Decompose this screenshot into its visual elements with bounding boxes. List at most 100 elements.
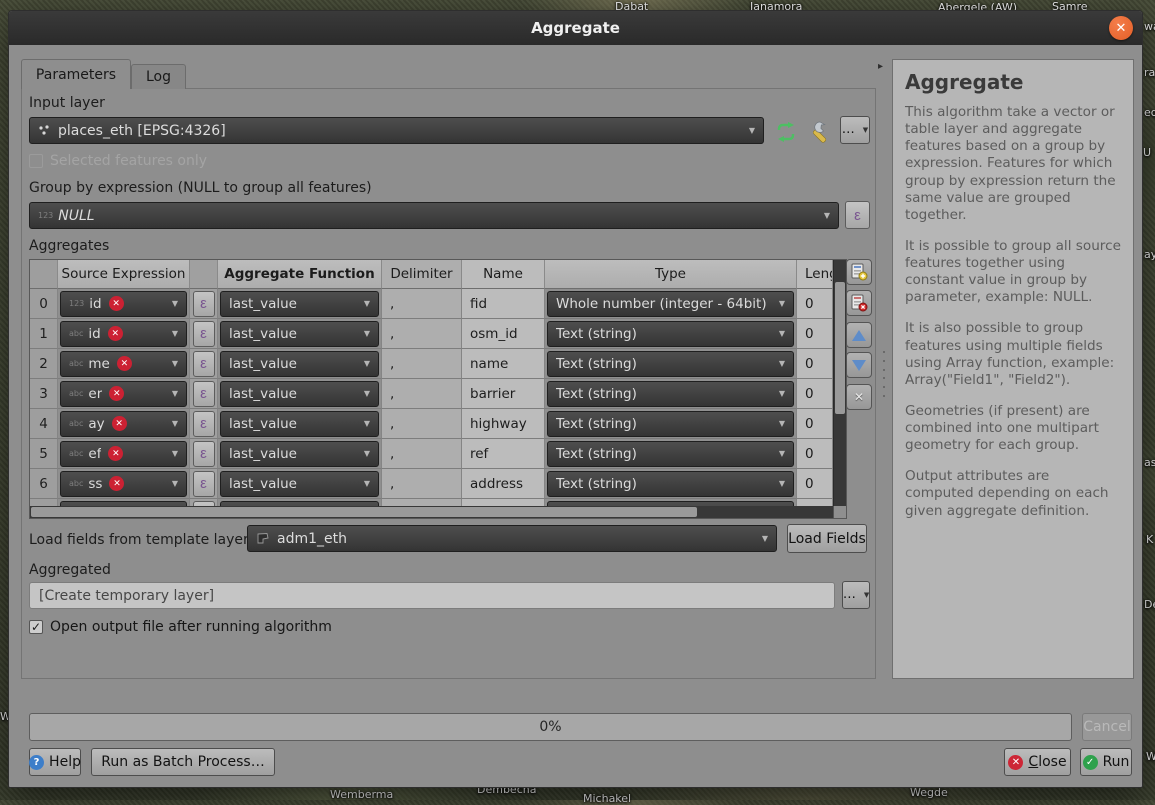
name-cell[interactable]: osm_id xyxy=(462,319,545,349)
type-combo[interactable]: Whole number (integer - 64bit) ▼ xyxy=(547,291,794,317)
clear-field-icon[interactable]: ✕ xyxy=(108,446,123,461)
remove-aggregate-button[interactable] xyxy=(846,290,872,316)
aggregate-function-combo[interactable]: last_value ▼ xyxy=(220,471,379,497)
tab-log[interactable]: Log xyxy=(131,64,186,89)
source-expression-combo[interactable]: abc me ✕ ▼ xyxy=(60,351,187,377)
row-number-cell[interactable]: 6 xyxy=(30,469,58,499)
clear-field-icon[interactable]: ✕ xyxy=(109,476,124,491)
scrollbar-thumb[interactable] xyxy=(835,282,845,414)
header-name[interactable]: Name xyxy=(462,260,545,289)
group-by-expression-button[interactable]: ε xyxy=(845,201,870,229)
header-delimiter[interactable]: Delimiter xyxy=(382,260,462,289)
splitter-handle[interactable] xyxy=(881,351,887,397)
type-combo[interactable]: Text (string) ▼ xyxy=(547,351,794,377)
expression-builder-button[interactable]: ε xyxy=(193,321,215,347)
row-number-cell[interactable]: 4 xyxy=(30,409,58,439)
type-combo[interactable]: Text (string) ▼ xyxy=(547,381,794,407)
length-cell[interactable]: 0 xyxy=(797,289,833,319)
delimiter-cell[interactable]: , xyxy=(382,409,462,439)
expression-builder-button[interactable]: ε xyxy=(193,291,215,317)
delimiter-cell[interactable]: , xyxy=(382,379,462,409)
expression-builder-button[interactable]: ε xyxy=(193,411,215,437)
source-expression-combo[interactable]: abc id ✕ ▼ xyxy=(60,321,187,347)
aggregate-function-combo[interactable]: last_value ▼ xyxy=(220,321,379,347)
expression-builder-button[interactable]: ε xyxy=(193,471,215,497)
name-cell[interactable]: fid xyxy=(462,289,545,319)
move-up-button[interactable] xyxy=(846,322,872,348)
open-output-checkbox[interactable]: ✓ Open output file after running algorit… xyxy=(29,619,332,635)
length-cell[interactable]: 0 xyxy=(797,319,833,349)
scrollbar-thumb[interactable] xyxy=(31,507,697,517)
clear-field-icon[interactable]: ✕ xyxy=(112,416,127,431)
horizontal-scrollbar[interactable] xyxy=(30,506,833,518)
length-cell[interactable]: 0 xyxy=(797,349,833,379)
row-number-cell[interactable]: 3 xyxy=(30,379,58,409)
name-cell[interactable]: highway xyxy=(462,409,545,439)
source-expression-combo[interactable]: 123 id ✕ ▼ xyxy=(60,291,187,317)
header-type[interactable]: Type xyxy=(545,260,797,289)
clear-field-icon[interactable]: ✕ xyxy=(108,326,123,341)
template-layer-combo[interactable]: adm1_eth ▼ xyxy=(247,525,777,552)
delimiter-cell[interactable]: , xyxy=(382,319,462,349)
header-rownum[interactable] xyxy=(30,260,58,289)
load-fields-button[interactable]: Load Fields xyxy=(787,524,867,553)
length-cell[interactable]: 0 xyxy=(797,409,833,439)
type-combo[interactable]: Text (string) ▼ xyxy=(547,471,794,497)
header-source-expression[interactable]: Source Expression xyxy=(58,260,190,289)
group-by-combo[interactable]: 123 NULL ▼ xyxy=(29,202,839,229)
algorithm-help-panel[interactable]: Aggregate This algorithm take a vector o… xyxy=(892,59,1134,679)
source-expression-combo[interactable]: abc ef ✕ ▼ xyxy=(60,441,187,467)
length-cell[interactable]: 0 xyxy=(797,379,833,409)
type-combo[interactable]: Text (string) ▼ xyxy=(547,441,794,467)
delimiter-cell[interactable]: , xyxy=(382,439,462,469)
row-number-cell[interactable]: 5 xyxy=(30,439,58,469)
aggregate-function-combo[interactable]: last_value ▼ xyxy=(220,381,379,407)
header-aggregate-function[interactable]: Aggregate Function xyxy=(218,260,382,289)
name-cell[interactable]: address xyxy=(462,469,545,499)
clear-field-icon[interactable]: ✕ xyxy=(109,296,124,311)
run-button[interactable]: ✓ Run xyxy=(1080,748,1132,776)
delimiter-cell[interactable]: , xyxy=(382,349,462,379)
aggregate-function-combo[interactable]: last_value ▼ xyxy=(220,291,379,317)
row-number-cell[interactable]: 2 xyxy=(30,349,58,379)
run-as-batch-button[interactable]: Run as Batch Process… xyxy=(91,748,275,776)
source-expression-combo[interactable]: abc ss ✕ ▼ xyxy=(60,471,187,497)
output-browse-button[interactable]: …▼ xyxy=(842,581,870,609)
source-expression-combo[interactable]: abc er ✕ ▼ xyxy=(60,381,187,407)
input-layer-combo[interactable]: places_eth [EPSG:4326] ▼ xyxy=(29,117,764,144)
clear-all-button[interactable]: ✕ xyxy=(846,384,872,410)
row-number-cell[interactable]: 0 xyxy=(30,289,58,319)
type-combo[interactable]: Text (string) ▼ xyxy=(547,321,794,347)
expression-builder-button[interactable]: ε xyxy=(193,351,215,377)
output-destination-field[interactable]: [Create temporary layer] xyxy=(29,582,835,609)
source-expression-combo[interactable]: abc ay ✕ ▼ xyxy=(60,411,187,437)
name-cell[interactable]: barrier xyxy=(462,379,545,409)
name-cell[interactable]: name xyxy=(462,349,545,379)
input-layer-browse-button[interactable]: …▼ xyxy=(840,116,870,144)
type-combo[interactable]: Text (string) ▼ xyxy=(547,411,794,437)
move-down-button[interactable] xyxy=(846,352,872,378)
aggregate-function-combo[interactable]: last_value ▼ xyxy=(220,411,379,437)
length-cell[interactable]: 0 xyxy=(797,469,833,499)
checkbox-box[interactable]: ✓ xyxy=(29,620,43,634)
header-expression[interactable] xyxy=(190,260,218,289)
aggregate-function-combo[interactable]: last_value ▼ xyxy=(220,351,379,377)
name-cell[interactable]: ref xyxy=(462,439,545,469)
header-length[interactable]: Length xyxy=(797,260,833,289)
delimiter-cell[interactable]: , xyxy=(382,289,462,319)
clear-field-icon[interactable]: ✕ xyxy=(117,356,132,371)
close-button[interactable]: ✕ Close xyxy=(1004,748,1071,776)
aggregate-function-combo[interactable]: last_value ▼ xyxy=(220,441,379,467)
length-cell[interactable]: 0 xyxy=(797,439,833,469)
row-number-cell[interactable]: 1 xyxy=(30,319,58,349)
tab-parameters[interactable]: Parameters xyxy=(21,59,131,89)
iterate-layer-icon[interactable] xyxy=(774,121,798,143)
add-aggregate-button[interactable] xyxy=(846,259,872,285)
dialog-titlebar[interactable]: Aggregate ✕ xyxy=(9,11,1142,45)
expression-builder-button[interactable]: ε xyxy=(193,441,215,467)
vertical-scrollbar[interactable] xyxy=(833,260,846,507)
clear-field-icon[interactable]: ✕ xyxy=(109,386,124,401)
help-button[interactable]: ? Help xyxy=(29,748,81,776)
advanced-options-wrench-icon[interactable] xyxy=(808,120,832,144)
panel-collapse-arrow-icon[interactable]: ▸ xyxy=(878,61,883,72)
